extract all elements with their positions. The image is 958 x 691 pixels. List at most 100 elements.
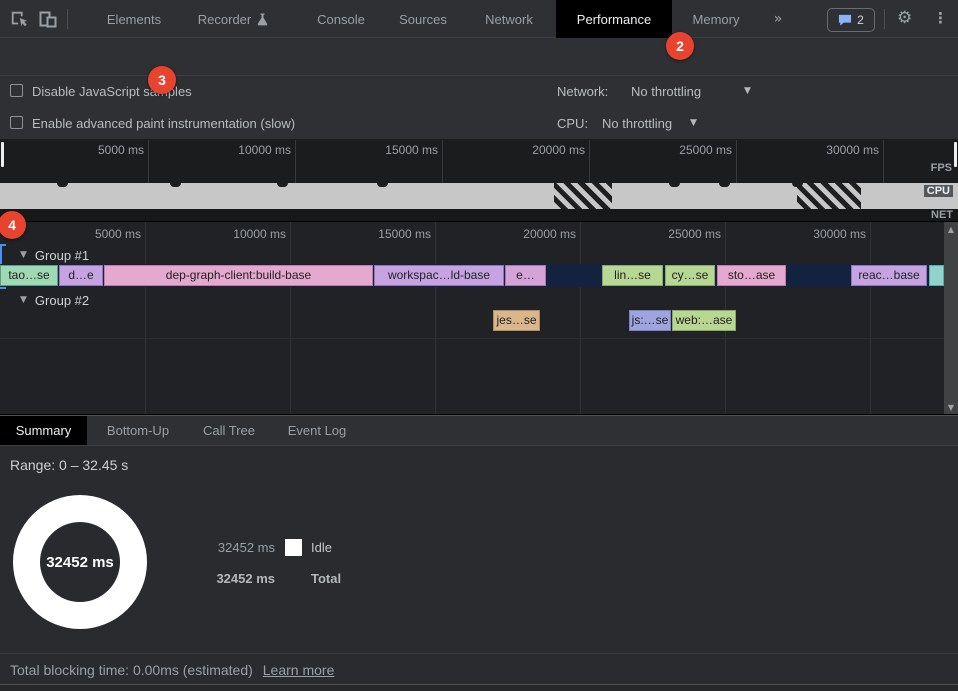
tab-performance[interactable]: Performance — [556, 0, 672, 38]
ruler-tick-label: 30000 ms — [786, 227, 866, 241]
range-text: Range: 0 – 32.45 s — [10, 457, 128, 473]
summary-donut-chart: 32452 ms — [13, 495, 147, 629]
ruler-tick-label: 20000 ms — [496, 227, 576, 241]
tab-sources[interactable]: Sources — [386, 0, 460, 38]
cpu-notch — [719, 183, 730, 187]
window-bottom-strip — [0, 684, 958, 691]
ruler-tick-label: 5000 ms — [61, 227, 141, 241]
cpu-notch — [277, 183, 288, 187]
capture-settings-pane: Disable JavaScript samples Enable advanc… — [0, 76, 958, 140]
tab-label: Network — [485, 12, 533, 27]
tab-summary[interactable]: Summary — [0, 416, 87, 445]
flame-bar[interactable]: d…e — [59, 265, 103, 286]
overview-right-handle[interactable] — [953, 141, 958, 168]
ruler-tick-label: 20000 ms — [505, 143, 585, 157]
flame-bar[interactable]: jes…se — [493, 310, 540, 331]
scroll-up-arrow[interactable]: ▲ — [944, 225, 958, 234]
tab-label: Sources — [399, 12, 447, 27]
more-tabs-button[interactable]: » — [764, 0, 792, 38]
idle-swatch — [285, 539, 302, 556]
flame-chart[interactable]: 5000 ms10000 ms15000 ms20000 ms25000 ms3… — [0, 222, 958, 415]
flame-bar[interactable]: e… — [505, 265, 546, 286]
flame-scrollbar[interactable]: ▲ ▼ — [944, 222, 958, 415]
annotation-badge-2[interactable]: 2 — [666, 32, 694, 60]
donut-center-label: 32452 ms — [46, 554, 114, 571]
flame-bar[interactable] — [929, 265, 944, 286]
collapse-triangle-icon[interactable]: ▼ — [20, 295, 27, 305]
tab-call-tree[interactable]: Call Tree — [192, 416, 266, 445]
ruler-tick-label: 5000 ms — [64, 143, 144, 157]
flame-bar[interactable]: tao…se — [0, 265, 58, 286]
collapse-triangle-icon[interactable]: ▼ — [20, 250, 27, 260]
details-tab-strip: Summary Bottom-Up Call Tree Event Log — [0, 415, 958, 446]
tab-event-log[interactable]: Event Log — [276, 416, 358, 445]
annotation-badge-3[interactable]: 3 — [148, 66, 176, 94]
tab-label: Bottom-Up — [107, 423, 169, 438]
ruler-tick-label: 25000 ms — [641, 227, 721, 241]
main-menu-icon[interactable]: ⋮ — [933, 9, 948, 27]
legend-row-idle: 32452 ms Idle — [208, 538, 332, 556]
cpu-notch — [669, 183, 680, 187]
flame-bar[interactable]: dep-graph-client:build-base — [104, 265, 373, 286]
status-bar: Total blocking time: 0.00ms (estimated) L… — [10, 662, 334, 678]
cpu-notch — [57, 183, 68, 187]
group-header[interactable]: ▼Group #1 — [0, 246, 89, 264]
tab-console[interactable]: Console — [300, 0, 382, 38]
tab-bottom-up[interactable]: Bottom-Up — [96, 416, 180, 445]
cpu-throttle-arrow[interactable]: ▼ — [690, 118, 697, 128]
flame-bar[interactable]: sto…ase — [717, 265, 786, 286]
group-header[interactable]: ▼ Group #2 — [0, 291, 89, 309]
legend-value: 32452 ms — [208, 571, 275, 586]
tab-label: Call Tree — [203, 423, 255, 438]
flame-bar[interactable]: cy…se — [665, 265, 715, 286]
network-throttle-arrow[interactable]: ▼ — [744, 86, 751, 96]
devtools-tab-bar: Elements Recorder Console Sources Networ… — [0, 0, 958, 38]
arrow-glyph: ▼ — [744, 86, 751, 96]
issues-counter[interactable]: 2 — [827, 8, 875, 32]
cpu-hatch-region — [554, 183, 612, 209]
scroll-down-arrow[interactable]: ▼ — [944, 403, 958, 412]
flame-bar[interactable]: reac…base — [851, 265, 927, 286]
advanced-paint-checkbox[interactable] — [10, 116, 23, 129]
tab-memory[interactable]: Memory — [676, 0, 756, 38]
learn-more-link[interactable]: Learn more — [263, 662, 335, 678]
tab-elements[interactable]: Elements — [95, 0, 173, 38]
cpu-hatch-region — [797, 183, 861, 209]
tab-network[interactable]: Network — [468, 0, 550, 38]
lane-label-net: NET — [931, 209, 953, 221]
tab-recorder[interactable]: Recorder — [180, 0, 286, 38]
disable-js-samples-checkbox[interactable] — [10, 84, 23, 97]
row-separator — [0, 338, 944, 339]
network-throttle-label: Network: — [557, 84, 608, 99]
inspect-cursor-icon[interactable] — [10, 10, 28, 28]
total-blocking-time-text: Total blocking time: 0.00ms (estimated) — [10, 662, 253, 678]
flask-icon — [257, 13, 268, 26]
settings-gear-icon[interactable]: ⚙ — [897, 8, 912, 28]
dots-glyph: ⋮ — [933, 9, 948, 27]
cpu-throttle-value[interactable]: No throttling — [602, 116, 672, 131]
flame-bar[interactable]: web:…ase — [672, 310, 736, 331]
overview-left-handle[interactable] — [0, 141, 5, 168]
device-toolbar-icon[interactable] — [38, 9, 58, 29]
details-panel: Summary Bottom-Up Call Tree Event Log Ra… — [0, 415, 958, 691]
tab-label: Summary — [16, 423, 72, 438]
group-label: Group #2 — [35, 293, 89, 308]
ruler-tick-label: 15000 ms — [351, 227, 431, 241]
flame-bar-row: tao…sed…edep-graph-client:build-basework… — [0, 264, 944, 287]
timeline-overview[interactable]: 5000 ms10000 ms15000 ms20000 ms25000 ms3… — [0, 140, 958, 222]
network-throttle-value[interactable]: No throttling — [631, 84, 701, 99]
tab-label: Event Log — [288, 423, 347, 438]
divider — [67, 9, 68, 29]
ruler-tick-label: 30000 ms — [799, 143, 879, 157]
legend-row-total: 32452 ms Total — [208, 569, 341, 587]
devtools-window: Elements Recorder Console Sources Networ… — [0, 0, 958, 691]
tab-label: Memory — [693, 12, 740, 27]
chat-icon — [838, 14, 852, 27]
flame-bar[interactable]: workspac…ld-base — [374, 265, 504, 286]
advanced-paint-label[interactable]: Enable advanced paint instrumentation (s… — [32, 116, 295, 131]
flame-bar[interactable]: lin…se — [602, 265, 663, 286]
tab-label: Console — [317, 12, 365, 27]
ruler-tick-label: 15000 ms — [358, 143, 438, 157]
flame-bar[interactable]: js:…se — [629, 310, 671, 331]
legend-value: 32452 ms — [208, 540, 275, 555]
